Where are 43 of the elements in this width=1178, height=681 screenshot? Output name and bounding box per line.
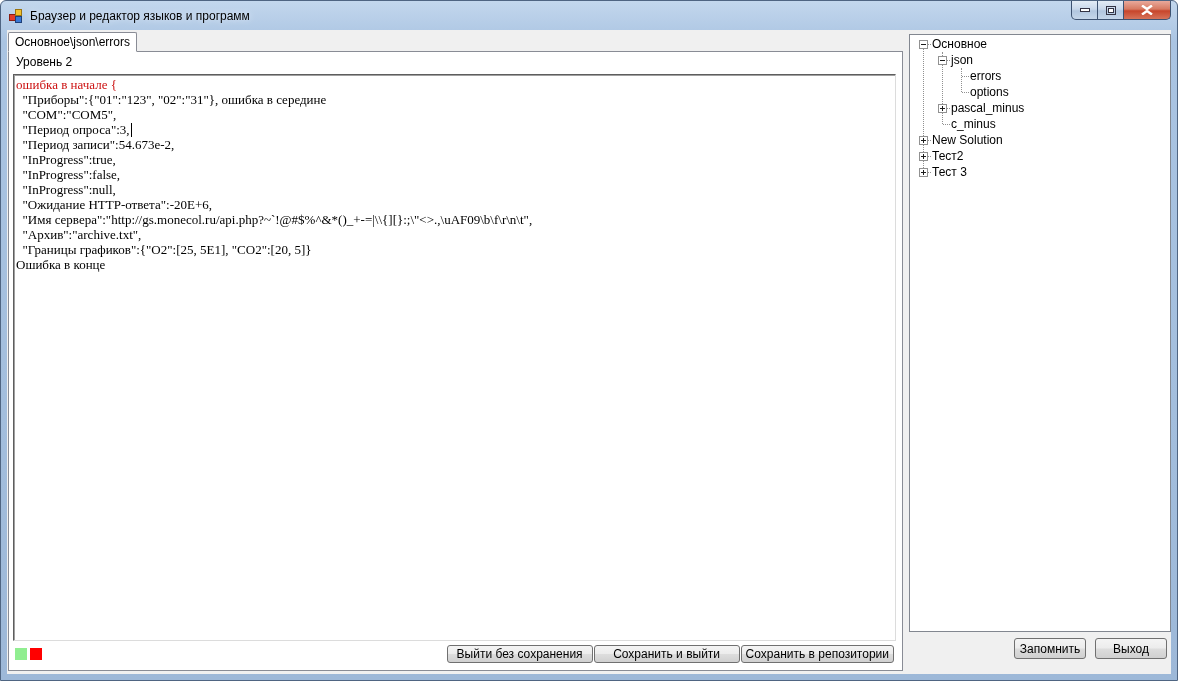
window-title: Браузер и редактор языков и программ: [30, 9, 250, 24]
code-line: "Период записи":54.673e-2,: [21, 137, 175, 152]
level-label: Уровень 2: [16, 55, 73, 70]
tree-item[interactable]: c_minus: [949, 116, 998, 132]
action-button[interactable]: Выйти без сохранения: [446, 645, 593, 663]
code-line: "Имя сервера":"http://gs.monecol.ru/api.php?~`!@#$%^&*()_+-=|\\{][}:;\"<>.,\uAF09\b\f\r\n\t",: [21, 212, 533, 227]
tree-item[interactable]: Тест2: [930, 148, 966, 164]
code-line: "InProgress":null,: [21, 182, 116, 197]
code-line: "Границы графиков":{"O2":[25, 5E1], "CO2":[20, 5]}: [21, 242, 312, 257]
dialog-button[interactable]: Запомнить: [1014, 638, 1086, 659]
code-line: "Ожидание HTTP-ответа":-20E+6,: [21, 197, 212, 212]
dialog-button[interactable]: Выход: [1095, 638, 1167, 659]
code-line: ошибка в начале {: [16, 77, 117, 92]
code-line: "Архив":"archive.txt",: [21, 227, 142, 242]
tree-item[interactable]: Основное: [930, 36, 989, 52]
collapse-icon[interactable]: [919, 39, 928, 49]
collapse-icon[interactable]: [938, 55, 947, 65]
tree-item[interactable]: Тест 3: [930, 164, 969, 180]
tree-item[interactable]: pascal_minus: [949, 100, 1027, 116]
close-button[interactable]: [1124, 1, 1171, 20]
code-line: "Приборы":{"01":"123", "02":"31"}, ошибка в середине: [21, 92, 327, 107]
close-icon: [1141, 5, 1153, 15]
tree-item[interactable]: json: [949, 52, 975, 68]
app-icon: [9, 9, 23, 23]
tree-item[interactable]: errors: [968, 68, 1004, 84]
code-line: Ошибка в конце: [16, 257, 106, 272]
tree-item[interactable]: New Solution: [930, 132, 1005, 148]
maximize-icon: [1105, 5, 1116, 15]
expand-icon[interactable]: [919, 167, 928, 177]
code-line: "Период опроса":3,: [21, 122, 130, 137]
code-line: "InProgress":false,: [21, 167, 121, 182]
minimize-icon: [1079, 8, 1090, 12]
code-line: "InProgress":true,: [21, 152, 116, 167]
expand-icon[interactable]: [938, 103, 947, 113]
action-button[interactable]: Сохранить в репозитории: [740, 645, 894, 663]
maximize-button[interactable]: [1098, 1, 1124, 20]
tab[interactable]: Основное\json\errors: [8, 32, 137, 52]
expand-icon[interactable]: [919, 135, 928, 145]
action-button[interactable]: Сохранить и выйти: [593, 645, 740, 663]
code-line: "COM":"COM5",: [21, 107, 117, 122]
minimize-button[interactable]: [1071, 1, 1098, 20]
tree-item[interactable]: options: [968, 84, 1011, 100]
expand-icon[interactable]: [919, 151, 928, 161]
